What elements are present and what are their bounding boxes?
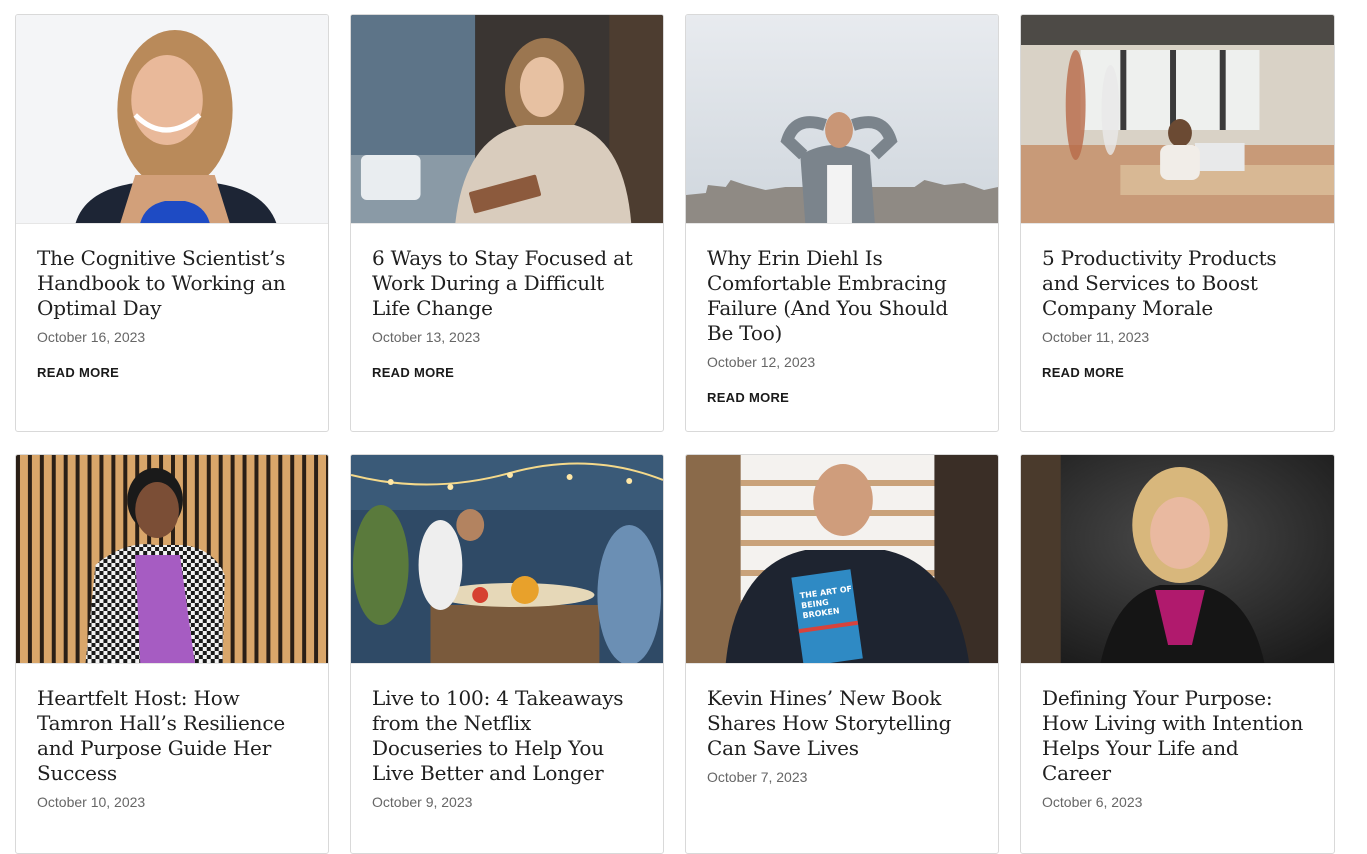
read-more-link[interactable]: READ MORE [37,365,119,380]
article-date: October 6, 2023 [1042,794,1143,810]
article-title[interactable]: Heartfelt Host: How Tamron Hall’s Resili… [37,686,307,786]
article-title[interactable]: 6 Ways to Stay Focused at Work During a … [372,246,642,321]
article-title[interactable]: Why Erin Diehl Is Comfortable Embracing … [707,246,977,346]
article-title[interactable]: Defining Your Purpose: How Living with I… [1042,686,1313,786]
read-more-link[interactable]: READ MORE [372,365,454,380]
article-card: 6 Ways to Stay Focused at Work During a … [350,14,664,432]
article-date: October 16, 2023 [37,329,146,345]
article-image-outdoor-dinner[interactable] [351,455,663,664]
article-card: Heartfelt Host: How Tamron Hall’s Resili… [15,454,329,854]
article-date: October 10, 2023 [37,794,146,810]
article-date: October 11, 2023 [1042,329,1150,345]
article-card: The Cognitive Scientist’s Handbook to Wo… [15,14,329,432]
article-title[interactable]: Live to 100: 4 Takeaways from the Netfli… [372,686,642,786]
article-date: October 12, 2023 [707,354,816,370]
article-image-office[interactable] [1021,15,1334,224]
article-image-portrait-woman[interactable] [16,15,328,224]
article-image-man-with-book[interactable]: THE ART OF BEING BROKEN [686,455,998,664]
read-more-link[interactable]: READ MORE [707,390,789,405]
article-image-woman-window[interactable] [351,15,663,224]
article-grid: The Cognitive Scientist’s Handbook to Wo… [15,14,1335,854]
article-date: October 7, 2023 [707,769,808,785]
article-title[interactable]: Kevin Hines’ New Book Shares How Storyte… [707,686,977,761]
article-card: Defining Your Purpose: How Living with I… [1020,454,1335,854]
article-image-host-portrait[interactable] [16,455,328,664]
article-card: Why Erin Diehl Is Comfortable Embracing … [685,14,999,432]
article-image-woman-portrait-dark[interactable] [1021,455,1334,664]
article-title[interactable]: 5 Productivity Products and Services to … [1042,246,1313,321]
article-card: 5 Productivity Products and Services to … [1020,14,1335,432]
article-title[interactable]: The Cognitive Scientist’s Handbook to Wo… [37,246,307,321]
article-card: THE ART OF BEING BROKEN Kevin Hines’ New… [685,454,999,854]
article-date: October 13, 2023 [372,329,481,345]
article-image-woman-rooftop[interactable] [686,15,998,224]
article-card: Live to 100: 4 Takeaways from the Netfli… [350,454,664,854]
read-more-link[interactable]: READ MORE [1042,365,1124,380]
article-date: October 9, 2023 [372,794,473,810]
